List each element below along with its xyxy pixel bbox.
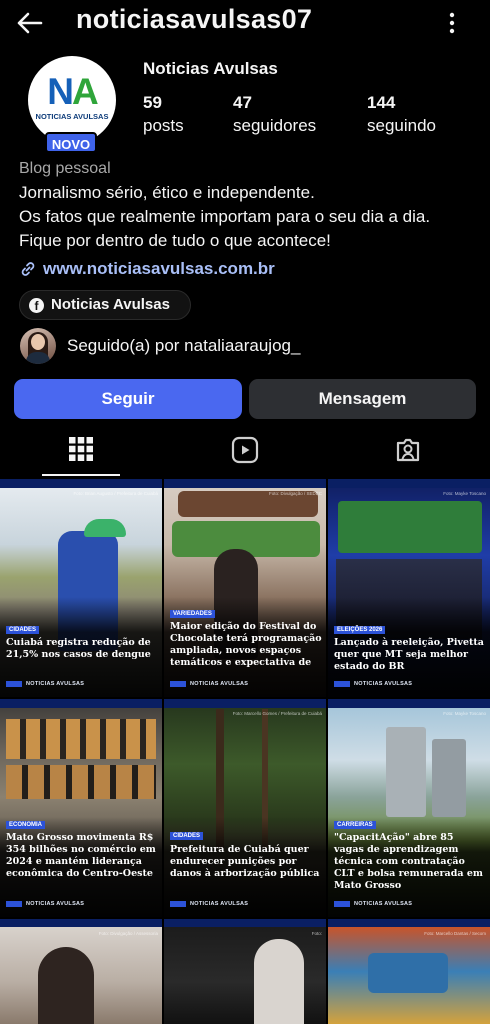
profile-avatar[interactable]: NA NOTICIAS AVULSAS: [28, 56, 116, 144]
post-credit: Foto: Mayke Toscano: [443, 491, 486, 496]
website-link-text[interactable]: www.noticiasavulsas.com.br: [43, 258, 275, 280]
brand-logo: NA: [47, 71, 98, 112]
tab-reels[interactable]: [163, 428, 326, 476]
post-footer-mark: [334, 681, 350, 687]
facebook-icon: f: [29, 298, 44, 313]
post-tag: CARREIRAS: [334, 821, 376, 829]
post-footer: NOTICIAS AVULSAS: [26, 681, 85, 687]
post-silo: [432, 739, 466, 817]
post-footer: NOTICIAS AVULSAS: [354, 901, 413, 907]
post-headline: "CapacitAção" abre 85 vagas de aprendiza…: [334, 832, 483, 891]
post-footer-mark: [170, 681, 186, 687]
top-bar: noticiasavulsas07: [0, 0, 490, 46]
post-tile[interactable]: ECONOMIA Mato Grosso movimenta R$ 354 bi…: [0, 699, 162, 917]
post-top-band: [164, 479, 326, 488]
post-footer-mark: [334, 901, 350, 907]
link-icon: [19, 260, 37, 278]
post-tag: ECONOMIA: [6, 821, 45, 829]
tagged-icon: [396, 438, 420, 462]
tab-grid[interactable]: [0, 428, 163, 476]
back-arrow-icon[interactable]: [14, 8, 44, 38]
followed-by-text[interactable]: Seguido(a) por nataliaaraujog_: [67, 336, 300, 356]
post-headline: Cuiabá registra redução de 21,5% nos cas…: [6, 637, 151, 660]
post-top-band: [328, 699, 490, 708]
stat-following-label: seguindo: [367, 116, 437, 135]
profile-category: Blog pessoal: [19, 160, 111, 177]
logo-subtitle: NOTICIAS AVULSAS: [35, 112, 109, 121]
stat-followers[interactable]: 47 seguidores: [233, 92, 316, 138]
post-top-band: [164, 699, 326, 708]
post-silo: [386, 727, 426, 817]
post-tag: ELEIÇÕES 2026: [334, 626, 386, 634]
post-tag: CIDADES: [170, 832, 204, 840]
post-headline: Prefeitura de Cuiabá quer endurecer puni…: [170, 844, 320, 879]
post-screen: [338, 501, 482, 553]
facebook-chip-label: Noticias Avulsas: [51, 296, 170, 313]
grid-icon: [69, 437, 93, 461]
post-figure: [254, 939, 304, 1024]
avatar-face: [31, 334, 45, 350]
post-hat: [84, 519, 126, 537]
post-tile[interactable]: Foto: Mayke Toscano ELEIÇÕES 2026 Lançad…: [328, 479, 490, 697]
profile-tabs: [0, 428, 490, 476]
post-top-band: [0, 699, 162, 708]
post-headline: Maior edição do Festival do Chocolate te…: [170, 621, 322, 668]
post-credit: Foto: Marcello Gomes / Prefeitura de Cui…: [232, 711, 322, 716]
stat-posts[interactable]: 59 posts: [143, 92, 184, 138]
display-name: Noticias Avulsas: [143, 59, 278, 78]
follow-button[interactable]: Seguir: [14, 379, 242, 419]
post-credit: Foto: Marcello Dantas / Secom: [424, 931, 486, 936]
post-footer: NOTICIAS AVULSAS: [190, 681, 249, 687]
bio-line-2: Os fatos que realmente importam para o s…: [19, 207, 431, 226]
follower-avatar[interactable]: [20, 328, 56, 364]
post-credit: Foto: Brian Augusto / Prefeitura de Cuia…: [73, 491, 158, 496]
new-badge: NOVO: [45, 132, 97, 153]
post-tile[interactable]: Foto: Divulgação / Assessoria: [0, 919, 162, 1024]
post-tile[interactable]: Foto: Marcello Dantas / Secom: [328, 919, 490, 1024]
stat-posts-value: 59: [143, 93, 162, 112]
facebook-chip[interactable]: f Noticias Avulsas: [19, 290, 191, 320]
post-footer-mark: [6, 901, 22, 907]
post-tag: CIDADES: [6, 626, 40, 634]
more-options-icon[interactable]: [440, 8, 464, 38]
reels-icon: [231, 436, 259, 464]
post-tag: VARIEDADES: [170, 610, 215, 618]
tab-tagged[interactable]: [326, 428, 489, 476]
post-float: [368, 953, 448, 993]
post-footer: NOTICIAS AVULSAS: [26, 901, 85, 907]
post-footer-mark: [6, 681, 22, 687]
post-top-band: [0, 479, 162, 488]
profile-username: noticiasavulsas07: [76, 4, 313, 34]
posts-grid: Foto: Brian Augusto / Prefeitura de Cuia…: [0, 479, 490, 1024]
message-button[interactable]: Mensagem: [249, 379, 476, 419]
post-tile[interactable]: Foto: Marcello Gomes / Prefeitura de Cui…: [164, 699, 326, 917]
post-footer: NOTICIAS AVULSAS: [190, 901, 249, 907]
avatar-body: [26, 352, 50, 364]
active-tab-indicator: [42, 474, 120, 476]
post-headline: Lançado à reeleição, Pivetta quer que MT…: [334, 637, 484, 672]
stat-following[interactable]: 144 seguindo: [367, 92, 436, 138]
bio-line-1: Jornalismo sério, ético e independente.: [19, 183, 315, 202]
post-credit: Foto: Divulgação / SEDEC: [268, 491, 322, 496]
bio-line-3: Fique por dentro de tudo o que acontece!: [19, 231, 331, 250]
post-top-band: [328, 479, 490, 488]
post-credit: Foto: Divulgação / Assessoria: [98, 931, 158, 936]
post-shelves: [6, 719, 156, 759]
post-footer-mark: [170, 901, 186, 907]
stat-following-value: 144: [367, 93, 396, 112]
post-tile[interactable]: Foto:: [164, 919, 326, 1024]
post-shelves: [6, 765, 156, 799]
post-headline: Mato Grosso movimenta R$ 354 bilhões no …: [6, 832, 156, 879]
stat-followers-label: seguidores: [233, 116, 317, 135]
post-footer: NOTICIAS AVULSAS: [354, 681, 413, 687]
post-credit: Foto:: [311, 931, 322, 936]
post-tile[interactable]: Foto: Brian Augusto / Prefeitura de Cuia…: [0, 479, 162, 697]
post-tile[interactable]: Foto: Divulgação / SEDEC VARIEDADES Maio…: [164, 479, 326, 697]
stat-posts-label: posts: [143, 116, 184, 135]
stat-followers-value: 47: [233, 93, 252, 112]
post-credit: Foto: Mayke Toscano: [443, 711, 486, 716]
post-figure: [38, 947, 94, 1024]
post-tile[interactable]: Foto: Mayke Toscano CARREIRAS "CapacitAç…: [328, 699, 490, 917]
